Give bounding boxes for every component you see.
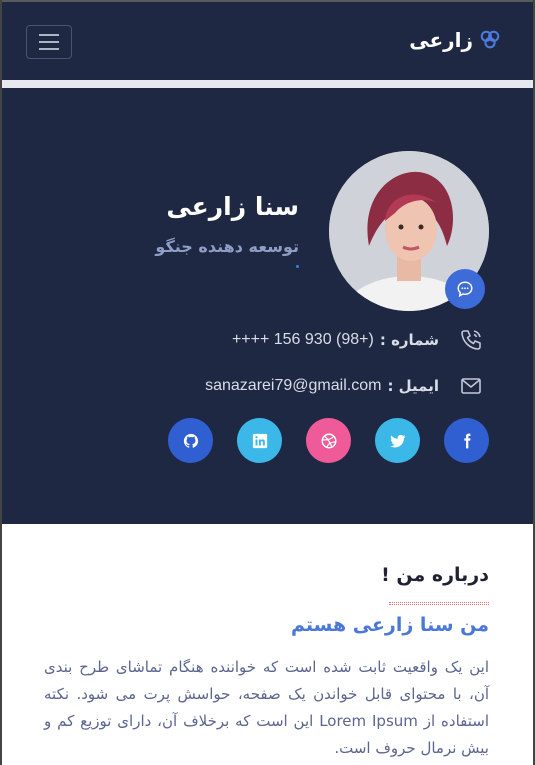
about-subtitle: من سنا زارعی هستم [290, 614, 489, 636]
about-heading: درباره من ! [381, 564, 489, 586]
menu-toggle-button[interactable] [26, 25, 72, 59]
email-value[interactable]: sanazarei79@gmail.com [205, 377, 381, 395]
hamburger-icon [39, 41, 59, 43]
navbar: زارعی [2, 2, 533, 80]
github-icon [183, 433, 198, 448]
heading-underline [389, 602, 489, 605]
chat-bubble-icon [457, 281, 473, 298]
about-section: درباره من ! من سنا زارعی هستم این یک واق… [2, 524, 533, 765]
about-paragraph: این یک واقعیت ثابت شده است که خواننده هن… [44, 658, 489, 757]
linkedin-icon [252, 433, 267, 448]
github-button[interactable] [168, 418, 213, 463]
window-frame-left [0, 0, 2, 765]
phone-value: ++++ 156 930 (98+) [231, 331, 374, 348]
message-button[interactable] [445, 269, 485, 309]
phone-label: شماره : [379, 331, 439, 349]
profile-name: سنا زارعی [166, 192, 299, 221]
phone-icon [461, 330, 481, 350]
avatar-container [329, 151, 489, 311]
facebook-icon [463, 433, 470, 448]
profile-hero: سنا زارعی توسعه دهنده جنگو شماره : ++++ … [2, 88, 533, 524]
social-links [168, 418, 489, 463]
hamburger-icon [39, 34, 59, 36]
email-label: ایمیل : [387, 377, 439, 395]
hamburger-icon [39, 48, 59, 50]
typing-cursor [296, 265, 299, 268]
dribbble-button[interactable] [306, 418, 351, 463]
linkedin-button[interactable] [237, 418, 282, 463]
twitter-button[interactable] [375, 418, 420, 463]
mail-icon [461, 378, 481, 394]
link-circles-icon [480, 30, 500, 49]
dribbble-icon [321, 433, 336, 448]
divider [2, 80, 533, 88]
brand-logo[interactable]: زارعی [409, 28, 501, 52]
contact-phone: شماره : ++++ 156 930 (98+) [232, 328, 483, 352]
facebook-button[interactable] [444, 418, 489, 463]
brand-name: زارعی [409, 28, 473, 52]
profile-role: توسعه دهنده جنگو [155, 237, 299, 256]
twitter-icon [389, 434, 405, 447]
contact-email: ایمیل : sanazarei79@gmail.com [205, 374, 483, 398]
